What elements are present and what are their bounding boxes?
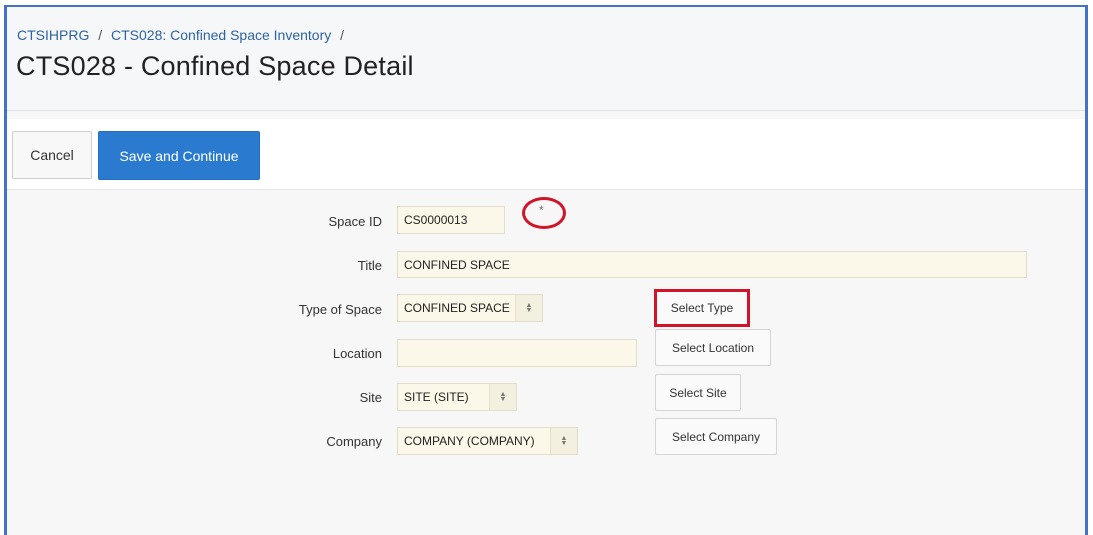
breadcrumb-separator: / (340, 27, 345, 43)
page-header: CTSIHPRG / CTS028: Confined Space Invent… (7, 7, 1085, 111)
site-label: Site (359, 390, 382, 405)
up-down-caret-icon: ▲ ▼ (550, 428, 577, 454)
breadcrumb-separator: / (98, 27, 103, 43)
page-title: CTS028 - Confined Space Detail (16, 51, 414, 81)
company-select[interactable]: COMPANY (COMPANY) ▲ ▼ (397, 427, 578, 455)
title-field[interactable]: CONFINED SPACE (397, 251, 1027, 278)
space-id-label: Space ID (328, 214, 382, 229)
type-of-space-selected: CONFINED SPACE (404, 301, 510, 315)
site-select[interactable]: SITE (SITE) ▲ ▼ (397, 383, 517, 411)
breadcrumb-item-inventory[interactable]: CTS028: Confined Space Inventory (111, 27, 331, 43)
app-frame: CTSIHPRG / CTS028: Confined Space Invent… (4, 5, 1088, 535)
company-selected: COMPANY (COMPANY) (404, 434, 535, 448)
location-field[interactable] (397, 339, 637, 367)
select-company-button[interactable]: Select Company (655, 418, 777, 455)
breadcrumb-item-ctsihprg[interactable]: CTSIHPRG (17, 27, 89, 43)
type-of-space-label: Type of Space (298, 302, 382, 317)
space-id-field[interactable]: CS0000013 (397, 206, 505, 234)
select-site-button[interactable]: Select Site (655, 374, 741, 411)
company-label: Company (326, 434, 382, 449)
select-location-button[interactable]: Select Location (655, 329, 771, 366)
up-down-caret-icon: ▲ ▼ (515, 295, 542, 321)
title-label: Title (357, 258, 382, 273)
breadcrumb: CTSIHPRG / CTS028: Confined Space Invent… (17, 27, 349, 43)
select-type-button[interactable]: Select Type (656, 291, 748, 325)
button-toolbar: Cancel Save and Continue (7, 119, 1085, 190)
site-selected: SITE (SITE) (404, 390, 469, 404)
cancel-button[interactable]: Cancel (12, 131, 92, 179)
save-and-continue-button[interactable]: Save and Continue (98, 131, 260, 180)
annotation-circle (522, 197, 566, 229)
type-of-space-select[interactable]: CONFINED SPACE ▲ ▼ (397, 294, 543, 322)
location-label: Location (332, 346, 382, 361)
up-down-caret-icon: ▲ ▼ (489, 384, 516, 410)
